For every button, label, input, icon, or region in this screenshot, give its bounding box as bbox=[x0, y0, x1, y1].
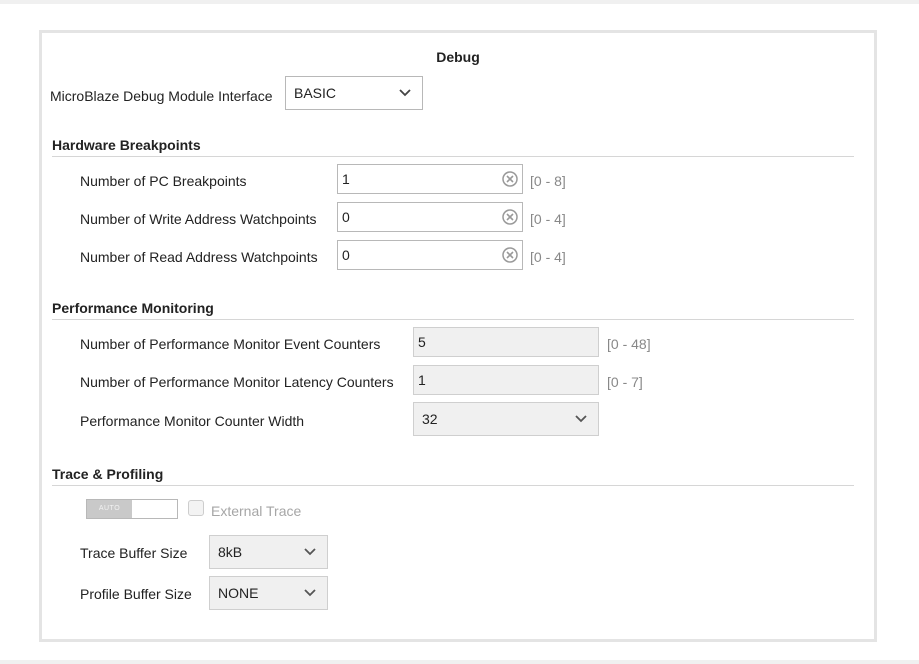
auto-toggle-knob: AUTO bbox=[87, 500, 132, 518]
event-counters-input[interactable] bbox=[414, 328, 598, 356]
event-counters-label: Number of Performance Monitor Event Coun… bbox=[80, 336, 381, 352]
debug-panel: Debug MicroBlaze Debug Module Interface … bbox=[39, 30, 877, 642]
profile-buffer-label: Profile Buffer Size bbox=[80, 586, 192, 602]
mdm-interface-select[interactable]: BASIC bbox=[285, 76, 423, 110]
read-watchpoints-label: Number of Read Address Watchpoints bbox=[80, 249, 318, 265]
event-counters-field[interactable] bbox=[413, 327, 599, 357]
performance-monitoring-heading: Performance Monitoring bbox=[52, 299, 854, 320]
write-watchpoints-label: Number of Write Address Watchpoints bbox=[80, 211, 317, 227]
mdm-interface-value: BASIC bbox=[294, 85, 337, 101]
external-trace-checkbox[interactable] bbox=[188, 500, 204, 516]
hardware-breakpoints-heading: Hardware Breakpoints bbox=[52, 136, 854, 157]
read-watchpoints-range: [0 - 4] bbox=[530, 249, 566, 265]
pc-breakpoints-range: [0 - 8] bbox=[530, 173, 566, 189]
external-trace-label: External Trace bbox=[211, 503, 302, 519]
trace-profiling-heading: Trace & Profiling bbox=[52, 465, 854, 486]
chevron-down-icon bbox=[575, 415, 587, 423]
pc-breakpoints-input[interactable] bbox=[338, 165, 522, 193]
counter-width-value: 32 bbox=[422, 411, 438, 427]
read-watchpoints-field[interactable] bbox=[337, 240, 523, 270]
read-watchpoints-input[interactable] bbox=[338, 241, 522, 269]
latency-counters-label: Number of Performance Monitor Latency Co… bbox=[80, 374, 394, 390]
write-watchpoints-range: [0 - 4] bbox=[530, 211, 566, 227]
profile-buffer-select[interactable]: NONE bbox=[209, 576, 328, 610]
trace-buffer-select[interactable]: 8kB bbox=[209, 535, 328, 569]
latency-counters-field[interactable] bbox=[413, 365, 599, 395]
chevron-down-icon bbox=[304, 548, 316, 556]
counter-width-select[interactable]: 32 bbox=[413, 402, 599, 436]
chevron-down-icon bbox=[399, 89, 411, 97]
latency-counters-range: [0 - 7] bbox=[607, 374, 643, 390]
write-watchpoints-field[interactable] bbox=[337, 202, 523, 232]
clear-icon[interactable] bbox=[502, 247, 518, 263]
profile-buffer-value: NONE bbox=[218, 585, 259, 601]
latency-counters-input[interactable] bbox=[414, 366, 598, 394]
panel-title: Debug bbox=[436, 49, 480, 65]
pc-breakpoints-field[interactable] bbox=[337, 164, 523, 194]
pc-breakpoints-label: Number of PC Breakpoints bbox=[80, 173, 247, 189]
clear-icon[interactable] bbox=[502, 209, 518, 225]
trace-buffer-label: Trace Buffer Size bbox=[80, 545, 188, 561]
page-background: Debug MicroBlaze Debug Module Interface … bbox=[0, 4, 919, 660]
mdm-interface-label: MicroBlaze Debug Module Interface bbox=[50, 88, 273, 104]
event-counters-range: [0 - 48] bbox=[607, 336, 651, 352]
counter-width-label: Performance Monitor Counter Width bbox=[80, 413, 305, 429]
chevron-down-icon bbox=[304, 589, 316, 597]
trace-buffer-value: 8kB bbox=[218, 544, 243, 560]
clear-icon[interactable] bbox=[502, 171, 518, 187]
auto-toggle-switch[interactable]: AUTO bbox=[86, 499, 178, 519]
write-watchpoints-input[interactable] bbox=[338, 203, 522, 231]
